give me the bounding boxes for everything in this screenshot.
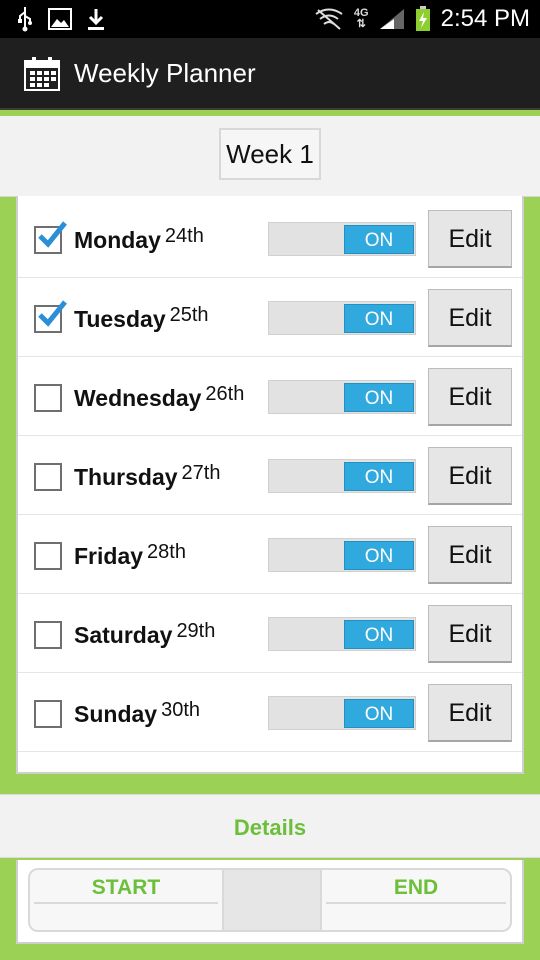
day-toggle[interactable]: ON <box>268 696 416 730</box>
end-picker[interactable]: END <box>322 870 510 930</box>
day-toggle[interactable]: ON <box>268 301 416 335</box>
edit-button[interactable]: Edit <box>428 368 512 426</box>
day-row-friday: Friday 28th ON Edit <box>18 515 522 594</box>
picker-divider <box>326 902 506 904</box>
details-bar[interactable]: Details <box>0 794 540 858</box>
day-label: Thursday 27th <box>74 462 221 490</box>
day-toggle[interactable]: ON <box>268 538 416 572</box>
day-toggle[interactable]: ON <box>268 222 416 256</box>
day-label: Friday 28th <box>74 541 186 569</box>
toggle-on-label: ON <box>344 699 414 728</box>
edit-button[interactable]: Edit <box>428 526 512 584</box>
edit-button[interactable]: Edit <box>428 289 512 347</box>
day-checkbox[interactable] <box>34 542 62 570</box>
status-bar: 4G ⇅ 2:54 PM <box>0 0 540 38</box>
picker-divider <box>34 902 218 904</box>
day-date: 25th <box>169 304 209 326</box>
signal-icon <box>379 9 404 29</box>
end-label: END <box>393 876 439 899</box>
checkmark-icon <box>38 221 67 248</box>
action-bar: Weekly Planner <box>0 38 540 110</box>
week-header: Week 1 <box>0 116 540 197</box>
edit-button[interactable]: Edit <box>428 605 512 663</box>
checkmark-icon <box>38 300 67 327</box>
day-checkbox[interactable] <box>34 300 67 333</box>
time-panel: START END <box>16 860 524 944</box>
day-toggle[interactable]: ON <box>268 459 416 493</box>
day-date: 30th <box>161 699 201 721</box>
day-toggle[interactable]: ON <box>268 617 416 651</box>
day-list: Monday 24th ON Edit Tuesday 25th ON Edit W… <box>16 196 524 774</box>
calendar-icon <box>24 57 60 91</box>
network-type: 4G ⇅ <box>353 7 369 30</box>
day-label: Saturday 29th <box>74 620 216 648</box>
day-checkbox[interactable] <box>34 384 62 412</box>
day-label: Sunday 30th <box>74 699 201 727</box>
day-row-saturday: Saturday 29th ON Edit <box>18 594 522 673</box>
start-picker[interactable]: START <box>30 870 222 930</box>
day-row-monday: Monday 24th ON Edit <box>18 199 522 278</box>
usb-icon <box>18 7 32 32</box>
picker-separator <box>222 870 322 930</box>
day-date: 29th <box>176 620 216 642</box>
day-date: 24th <box>164 225 204 247</box>
clock: 2:54 PM <box>440 5 530 32</box>
day-row-wednesday: Wednesday 26th ON Edit <box>18 357 522 436</box>
battery-charging-icon <box>415 6 430 31</box>
time-pickers: START END <box>28 868 512 932</box>
start-label: START <box>91 876 161 899</box>
day-checkbox[interactable] <box>34 463 62 491</box>
toggle-on-label: ON <box>344 462 414 491</box>
day-row-thursday: Thursday 27th ON Edit <box>18 436 522 515</box>
week-selector-button[interactable]: Week 1 <box>219 128 321 180</box>
edit-button[interactable]: Edit <box>428 684 512 742</box>
download-icon <box>88 9 104 30</box>
toggle-on-label: ON <box>344 383 414 412</box>
toggle-on-label: ON <box>344 541 414 570</box>
edit-button[interactable]: Edit <box>428 447 512 505</box>
wifi-off-icon <box>315 8 343 30</box>
day-checkbox[interactable] <box>34 221 67 254</box>
day-checkbox[interactable] <box>34 621 62 649</box>
details-label: Details <box>233 815 307 840</box>
toggle-on-label: ON <box>344 225 414 254</box>
app-title: Weekly Planner <box>74 58 256 88</box>
day-label: Tuesday 25th <box>74 304 209 332</box>
day-checkbox[interactable] <box>34 700 62 728</box>
day-date: 26th <box>205 383 245 405</box>
day-date: 28th <box>147 541 186 563</box>
day-toggle[interactable]: ON <box>268 380 416 414</box>
day-label: Wednesday 26th <box>74 383 245 411</box>
edit-button[interactable]: Edit <box>428 210 512 268</box>
toggle-on-label: ON <box>344 620 414 649</box>
toggle-on-label: ON <box>344 304 414 333</box>
day-label: Monday 24th <box>74 225 204 253</box>
day-row-sunday: Sunday 30th ON Edit <box>18 673 522 752</box>
image-icon <box>48 8 72 30</box>
day-date: 27th <box>181 462 221 484</box>
day-row-tuesday: Tuesday 25th ON Edit <box>18 278 522 357</box>
